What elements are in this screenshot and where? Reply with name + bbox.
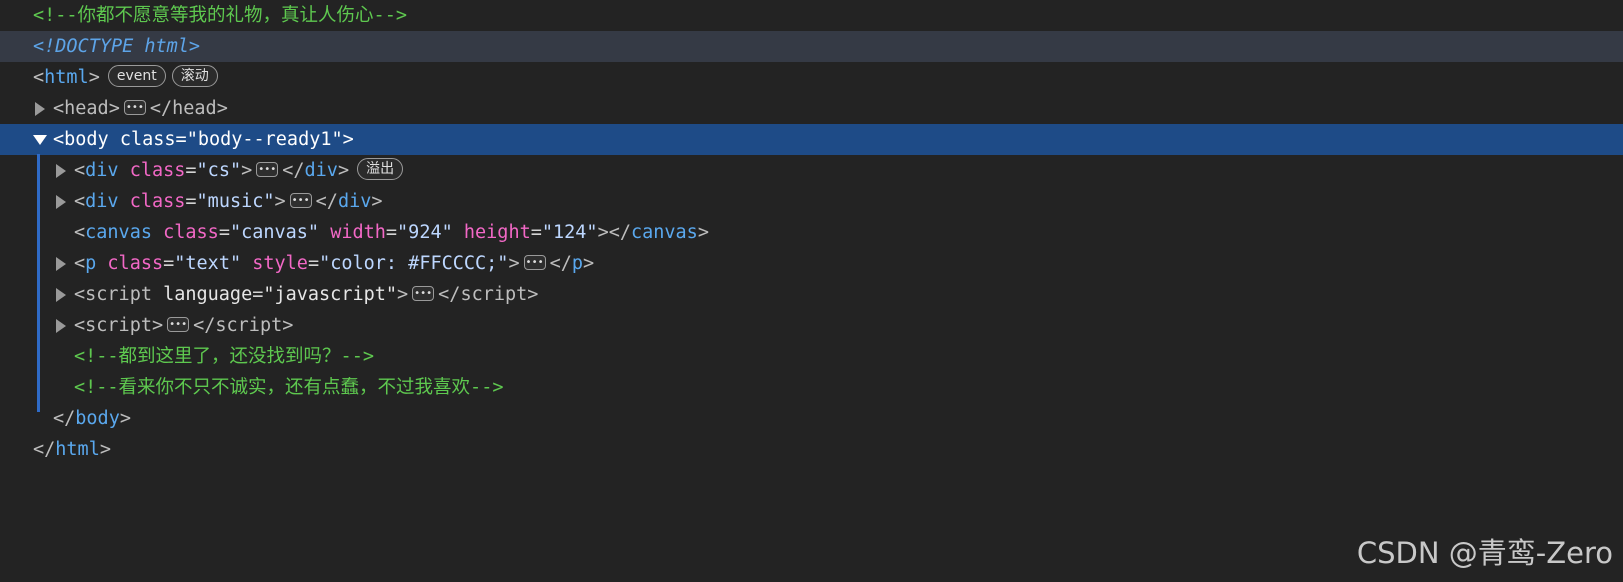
dom-node-head[interactable]: <head></head> [0,92,1623,124]
attr-name: class [119,129,176,150]
dom-tree: <!--你都不愿意等我的礼物，真让人伤心--> <!DOCTYPE html> … [0,0,1623,465]
dom-node-script-javascript[interactable]: <script language="javascript"></script> [0,278,1623,310]
tag-name: div [85,191,119,212]
attr-value: "color: #FFCCCC;" [319,253,509,274]
close-tag-name: script [215,315,283,336]
tag-name: script [85,284,152,305]
attr-value: "124" [541,222,598,243]
comment-text: <!--看来你不只不诚实，还有点蠢，不过我喜欢--> [74,377,504,398]
expand-triangle-icon[interactable] [54,310,68,341]
ellipsis-icon[interactable] [289,185,312,216]
attr-name: height [463,222,531,243]
dom-node-body-close[interactable]: </body> [0,403,1623,434]
collapse-triangle-icon[interactable] [33,124,47,155]
comment-text: <!--都到这里了，还没找到吗？--> [74,346,374,367]
attr-name: language [163,284,253,305]
close-tag-name: div [304,160,338,181]
expand-triangle-icon[interactable] [54,186,68,217]
tag-name: canvas [85,222,152,243]
expand-triangle-icon[interactable] [33,93,47,124]
watermark: CSDN @青鸾-Zero [1356,536,1613,570]
attr-name: class [129,191,186,212]
dom-node-div-music[interactable]: <div class="music"></div> [0,185,1623,217]
body-children-guide-line [37,154,40,412]
dom-node-comment-top[interactable]: <!--你都不愿意等我的礼物，真让人伤心--> [0,0,1623,31]
dom-node-p-text[interactable]: <p class="text" style="color: #FFCCCC;">… [0,247,1623,279]
tag-name: div [85,160,119,181]
expand-triangle-icon[interactable] [54,155,68,186]
attr-name: class [107,253,164,274]
dom-node-canvas[interactable]: <canvas class="canvas" width="924" heigh… [0,217,1623,248]
dom-node-html[interactable]: <html> event 滚动 [0,62,1623,93]
scroll-badge[interactable]: 滚动 [171,65,218,87]
attr-name: width [330,222,386,243]
attr-value: "body--ready1" [186,129,343,150]
dom-node-comment-a[interactable]: <!--都到这里了，还没找到吗？--> [0,341,1623,372]
dom-node-script[interactable]: <script></script> [0,309,1623,341]
dom-node-body[interactable]: <body class="body--ready1"> [0,124,1623,155]
attr-value: "javascript" [263,284,398,305]
close-tag-name: html [55,439,100,460]
close-tag-name: body [75,408,120,429]
close-tag-name: div [337,191,372,212]
ellipsis-icon[interactable] [167,309,190,340]
ellipsis-icon[interactable] [256,154,279,185]
dom-node-html-close[interactable]: </html> [0,434,1623,465]
close-tag-name: p [571,253,583,274]
tag-name: head [64,98,109,119]
comment-text: <!--你都不愿意等我的礼物，真让人伤心--> [33,5,407,26]
close-tag-name: canvas [630,222,698,243]
attr-name: class [129,160,186,181]
attr-value: "cs" [196,160,242,181]
tag-name: html [44,67,89,88]
attr-name: class [163,222,219,243]
ellipsis-icon[interactable] [523,247,546,278]
expand-triangle-icon[interactable] [54,279,68,310]
attr-name: style [252,253,308,274]
doctype-text: <!DOCTYPE html> [33,36,201,57]
tag-name: p [85,253,97,274]
overflow-badge[interactable]: 溢出 [357,158,404,180]
dom-node-doctype[interactable]: <!DOCTYPE html> [0,31,1623,62]
attr-value: "text" [174,253,242,274]
attr-value: "canvas" [229,222,320,243]
close-tag-name: script [460,284,528,305]
attr-value: "924" [397,222,453,243]
tag-name: script [85,315,152,336]
event-badge[interactable]: event [107,65,166,87]
dom-node-div-cs[interactable]: <div class="cs"></div>溢出 [0,154,1623,186]
expand-triangle-icon[interactable] [54,248,68,279]
devtools-elements-panel: { "panel": { "comment_top": "<!--你都不愿意等我… [0,0,1623,582]
tag-name: body [64,129,109,150]
ellipsis-icon[interactable] [412,278,435,309]
ellipsis-icon[interactable] [123,92,146,123]
close-tag-name: head [172,98,217,119]
dom-node-comment-b[interactable]: <!--看来你不只不诚实，还有点蠢，不过我喜欢--> [0,372,1623,403]
attr-value: "music" [196,191,275,212]
